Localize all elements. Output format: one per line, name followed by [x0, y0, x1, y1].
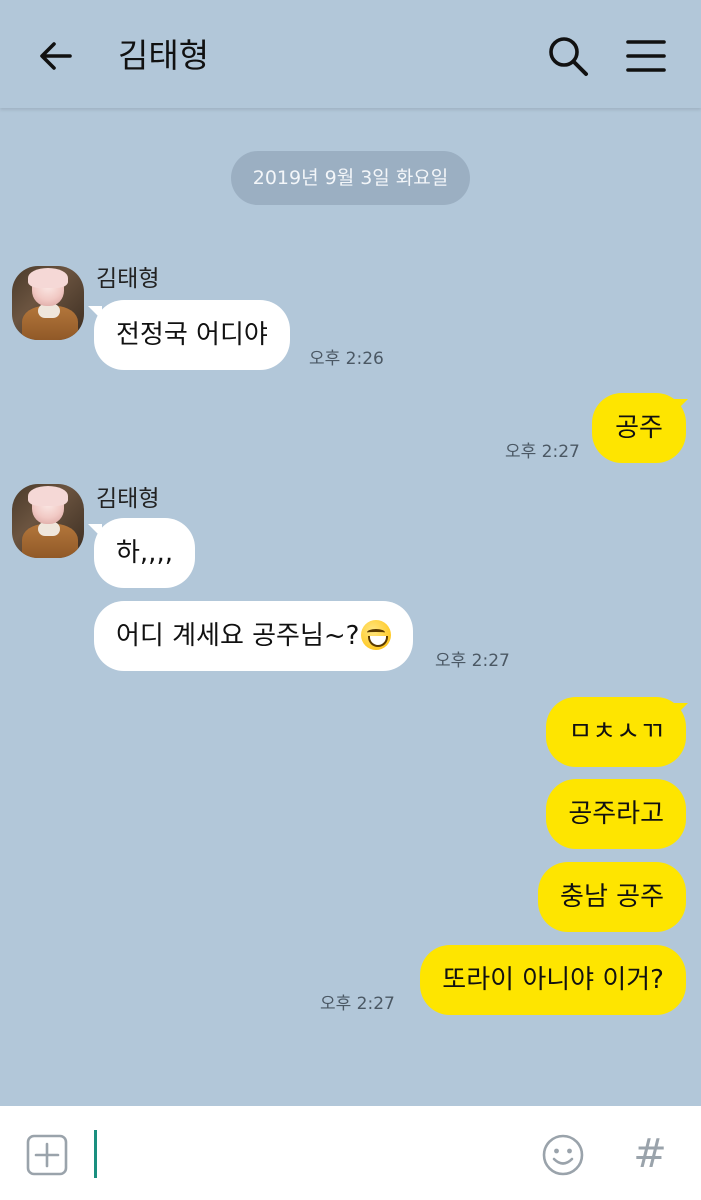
outgoing-message-bubble[interactable]: 공주라고	[546, 779, 686, 849]
outgoing-message-bubble[interactable]: 충남 공주	[538, 862, 686, 932]
plus-box-icon[interactable]	[26, 1134, 68, 1176]
hashtag-button[interactable]: #	[628, 1128, 672, 1180]
chat-title: 김태형	[118, 36, 210, 75]
outgoing-message-bubble[interactable]: ㅁㅊㅅㄲ	[546, 697, 686, 767]
arrow-left-icon[interactable]	[34, 34, 78, 78]
date-divider: 2019년 9월 3일 화요일	[231, 151, 470, 205]
text-caret	[94, 1130, 97, 1178]
message-time: 오후 2:27	[435, 651, 510, 671]
message-input-bar: #	[0, 1106, 701, 1200]
outgoing-message-bubble[interactable]: 또라이 아니야 이거?	[420, 945, 686, 1015]
sender-name: 김태형	[96, 486, 160, 512]
message-time: 오후 2:26	[309, 349, 384, 369]
incoming-message-bubble[interactable]: 전정국 어디야	[94, 300, 290, 370]
hamburger-menu-icon[interactable]	[622, 32, 670, 80]
grinning-face-emoji-icon	[361, 619, 392, 650]
incoming-message-bubble[interactable]: 하,,,,	[94, 518, 195, 588]
sender-avatar[interactable]	[12, 266, 84, 340]
incoming-message-bubble[interactable]: 어디 계세요 공주님~?	[94, 601, 414, 671]
sender-name: 김태형	[96, 266, 160, 292]
chat-header: 김태형	[0, 0, 701, 108]
sender-avatar[interactable]	[12, 484, 84, 558]
message-text: 어디 계세요 공주님~?	[116, 621, 360, 651]
chat-screen: 김태형 2019년 9월 3일 화요일 김태형 전정국 어디야 오후 2:26 …	[0, 0, 701, 1200]
smiley-icon[interactable]	[540, 1132, 586, 1178]
bubble-tail	[674, 703, 688, 717]
message-input[interactable]	[98, 1128, 518, 1180]
outgoing-message-bubble[interactable]: 공주	[592, 393, 686, 463]
message-time: 오후 2:27	[505, 442, 580, 462]
message-time: 오후 2:27	[320, 994, 395, 1014]
bubble-tail	[674, 399, 688, 413]
search-icon[interactable]	[544, 32, 592, 80]
